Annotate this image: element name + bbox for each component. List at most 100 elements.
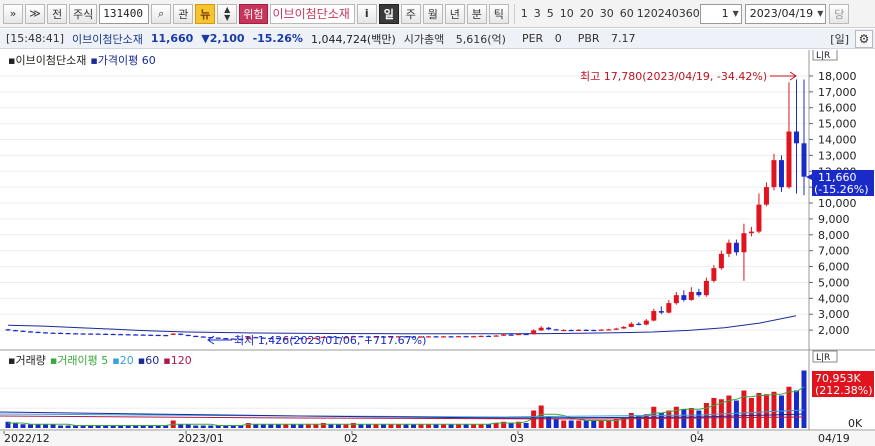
volume-bar — [365, 424, 371, 428]
volume-bar — [523, 423, 529, 428]
day-period-label[interactable]: [일] — [830, 31, 849, 47]
mcap-value: 5,616(억) — [455, 32, 506, 46]
candle-body — [696, 291, 702, 296]
stock-name: 이브이첨단소재 — [72, 32, 143, 46]
collapse-button[interactable]: ≫ — [25, 3, 45, 24]
volume-bar — [786, 386, 792, 428]
period-button[interactable]: 주 — [400, 3, 421, 24]
interval-button[interactable]: 120 — [637, 7, 658, 20]
volume-bar — [666, 410, 672, 428]
interval-button[interactable]: 10 — [557, 7, 577, 20]
candle-body — [546, 327, 552, 330]
volume-zero-label: 0K — [848, 417, 863, 430]
search-icon[interactable]: ⌕ — [151, 3, 172, 24]
candle-body — [471, 336, 477, 338]
interval-button[interactable]: 5 — [544, 7, 557, 20]
x-axis-label: 2022/12 — [4, 432, 50, 445]
candle-body — [13, 330, 19, 332]
interval-button[interactable]: 20 — [577, 7, 597, 20]
candle-body — [643, 320, 649, 325]
dang-button[interactable]: 당 — [829, 3, 850, 24]
volume-bar — [358, 424, 364, 428]
candle-body — [651, 311, 657, 321]
candle-body — [433, 336, 439, 338]
gear-icon[interactable]: ⚙ — [855, 30, 873, 48]
x-axis-label: 04/19 — [818, 432, 850, 445]
volume-bar — [741, 390, 747, 428]
volume-bar — [478, 424, 484, 428]
low-annotation: 최저 1,426(2023/01/06, +717.67%) — [234, 334, 426, 347]
interval-button[interactable]: 1 — [518, 7, 531, 20]
legend-bullet: ▪ — [50, 354, 57, 367]
candle-body — [133, 334, 139, 336]
volume-bar — [598, 420, 604, 428]
candle-body — [95, 333, 101, 335]
volume-bar — [778, 395, 784, 428]
candle-body — [801, 143, 807, 177]
period-button[interactable]: 틱 — [488, 3, 509, 24]
expand-button[interactable]: » — [3, 3, 23, 24]
risk-badge[interactable]: 위험 — [239, 3, 268, 24]
volume-bar — [298, 424, 304, 428]
candle-body — [591, 329, 597, 332]
y-tick-label: 7,000 — [818, 245, 850, 258]
candle-body — [118, 334, 124, 336]
volume-bar — [471, 424, 477, 428]
interval-button[interactable]: 60 — [617, 7, 637, 20]
legend-bullet: ▪ — [163, 354, 170, 367]
type-select[interactable]: 주식 — [69, 3, 98, 24]
candle-body — [20, 330, 26, 332]
volume-bar — [193, 425, 199, 428]
candle-body — [170, 333, 176, 335]
period-button[interactable]: 년 — [444, 3, 465, 24]
candle-body — [110, 333, 116, 336]
interval-button[interactable]: 3 — [531, 7, 544, 20]
candle-body — [223, 338, 229, 340]
date-picker[interactable]: 2023/04/19 ▼ — [744, 3, 827, 24]
interval-button[interactable]: 360 — [679, 7, 700, 20]
legend-ma: 가격이평 60 — [98, 54, 156, 67]
candle-body — [636, 323, 642, 325]
candle-body — [43, 332, 49, 334]
period-button[interactable]: 일 — [378, 3, 399, 24]
candle-body — [5, 329, 11, 331]
volume-bar — [185, 424, 191, 428]
y-tick-label: 10,000 — [818, 197, 857, 210]
stock-code-input[interactable]: 131400 — [99, 3, 150, 24]
volume-bar — [508, 423, 514, 428]
candle-body — [793, 131, 799, 144]
candle-body — [185, 334, 191, 337]
candle-body — [726, 242, 732, 254]
interval-button[interactable]: 30 — [597, 7, 617, 20]
volume-bar — [290, 424, 296, 428]
candle-body — [741, 233, 747, 253]
volume-bar — [411, 424, 417, 428]
stock-name-field[interactable]: 이브이첨단소재 — [269, 3, 355, 24]
legend-vol-ma60: 60 — [145, 354, 159, 367]
candle-body — [553, 329, 559, 331]
volume-bar — [576, 420, 582, 428]
candle-body — [711, 268, 717, 281]
period-button[interactable]: 월 — [422, 3, 443, 24]
interval-button[interactable]: 240 — [658, 7, 679, 20]
volume-bar — [208, 425, 214, 428]
volume-bar — [463, 424, 469, 428]
info-button[interactable]: i — [356, 3, 377, 24]
y-tick-label: 2,000 — [818, 324, 850, 337]
news-button[interactable]: 뉴 — [195, 3, 216, 24]
volume-bar — [380, 424, 386, 428]
period-button[interactable]: 분 — [466, 3, 487, 24]
candle-body — [613, 328, 619, 330]
count-select[interactable]: 1 ▼ — [699, 3, 742, 24]
candle-body — [501, 334, 507, 336]
volume-bar — [268, 424, 274, 428]
jeon-button[interactable]: 전 — [47, 3, 67, 24]
gwan-button[interactable]: 관 — [173, 3, 194, 24]
volume-bar — [403, 424, 409, 428]
candle-body — [531, 330, 537, 335]
volume-bar — [696, 410, 702, 428]
y-tick-label: 15,000 — [818, 118, 857, 131]
spin-icon[interactable]: ▲ ▼ — [217, 3, 238, 24]
candle-body — [125, 334, 131, 336]
volume-bar — [395, 424, 401, 428]
